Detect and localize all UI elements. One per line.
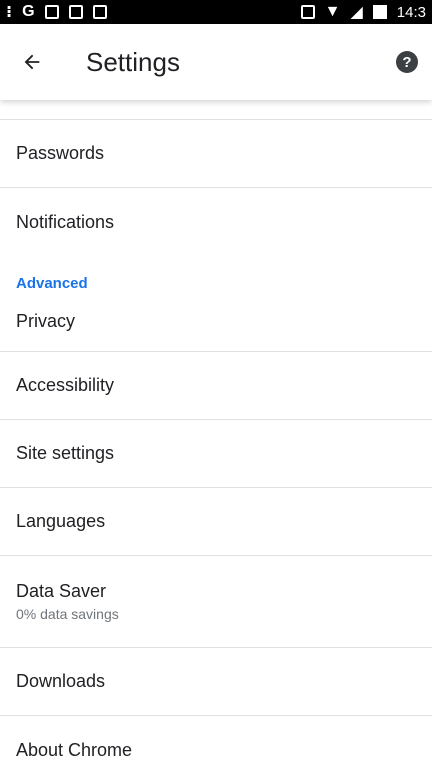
gmail-icon [44,5,59,19]
settings-item-passwords[interactable]: Passwords [0,120,432,188]
status-bar-left: ⁝ G [6,2,107,22]
settings-item-label: Privacy [16,311,76,331]
back-arrow-icon [24,54,40,70]
help-icon: ? [402,53,412,71]
settings-item-privacy[interactable]: Privacy [0,292,432,352]
settings-item-label: Languages [16,511,106,531]
status-bar: ⁝ G ▼ ◢ 14:3 [0,0,432,24]
settings-item-downloads[interactable]: Downloads [0,648,432,716]
settings-item-label: About Chrome [16,739,133,760]
settings-item-notifications[interactable]: Notifications [0,188,432,256]
notification-icon: ⁝ [6,4,13,21]
help-button[interactable]: ? [396,51,418,73]
settings-item-label: Data Saver [16,581,107,601]
wifi-icon: ▼ [324,3,341,20]
settings-item-label: Passwords [16,143,105,163]
vibrate-icon [300,5,315,19]
battery-icon [372,5,387,19]
clipboard-icon [92,5,107,19]
image-icon [68,5,83,19]
settings-item-languages[interactable]: Languages [0,488,432,556]
divider [0,100,432,120]
signal-icon: ◢ [350,4,363,21]
page-title: Settings [86,46,180,77]
status-time: 14:3 [396,3,426,21]
status-bar-right: ▼ ◢ 14:3 [300,2,426,22]
settings-item-about-chrome[interactable]: About Chrome [0,716,432,784]
settings-item-summary: 0% data savings [16,606,119,622]
back-button[interactable] [14,44,50,80]
settings-item-accessibility[interactable]: Accessibility [0,352,432,420]
google-icon: G [22,3,35,20]
app-bar: Settings ? [0,24,432,100]
section-header-advanced: Advanced [16,275,88,292]
settings-item-site-settings[interactable]: Site settings [0,420,432,488]
settings-item-label: Downloads [16,671,106,691]
settings-list: Passwords Notifications Advanced Privacy… [0,100,432,784]
settings-item-label: Accessibility [16,375,115,395]
settings-item-data-saver[interactable]: Data Saver 0% data savings [0,556,432,648]
settings-item-label: Site settings [16,443,115,463]
settings-item-label: Notifications [16,211,115,232]
